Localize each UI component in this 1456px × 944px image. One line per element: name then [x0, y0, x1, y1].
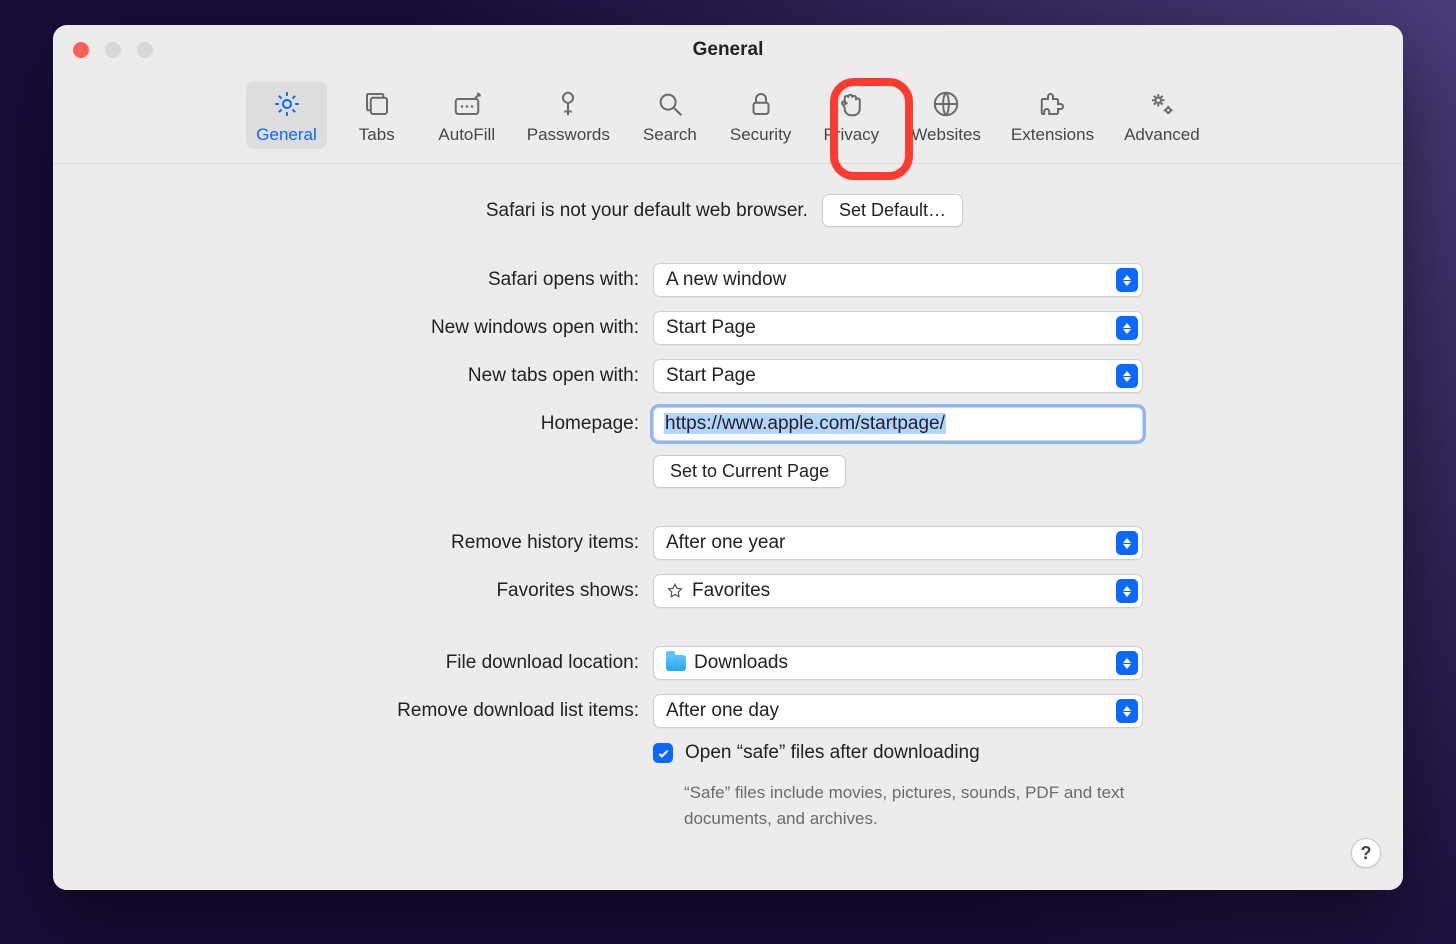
close-window-button[interactable] — [73, 42, 89, 58]
tab-label: Passwords — [527, 125, 610, 145]
search-icon — [653, 87, 687, 121]
remove-history-popup[interactable]: After one year — [653, 526, 1143, 560]
download-location-label: File download location: — [93, 652, 653, 674]
tab-security[interactable]: Security — [720, 81, 801, 149]
tab-extensions[interactable]: Extensions — [1001, 81, 1104, 149]
tab-label: Extensions — [1011, 125, 1094, 145]
open-safe-files-checkbox[interactable]: Open “safe” files after downloading — [653, 742, 980, 764]
star-icon — [666, 582, 684, 600]
opens-with-label: Safari opens with: — [93, 269, 653, 291]
popup-value: Start Page — [666, 365, 756, 387]
set-current-page-button[interactable]: Set to Current Page — [653, 455, 846, 488]
preferences-window: General General Tabs AutoFill Password — [53, 25, 1403, 890]
lock-icon — [744, 87, 778, 121]
popup-value: Favorites — [692, 580, 770, 602]
zoom-window-button[interactable] — [137, 42, 153, 58]
chevron-updown-icon — [1116, 268, 1138, 292]
default-browser-text: Safari is not your default web browser. — [486, 200, 808, 222]
gears-icon — [1145, 87, 1179, 121]
safe-files-subtext: “Safe” files include movies, pictures, s… — [653, 780, 1173, 831]
checkbox-checked-icon — [653, 743, 673, 763]
tab-label: Security — [730, 125, 791, 145]
tab-advanced[interactable]: Advanced — [1114, 81, 1210, 149]
new-windows-popup[interactable]: Start Page — [653, 311, 1143, 345]
remove-history-label: Remove history items: — [93, 532, 653, 554]
new-tabs-popup[interactable]: Start Page — [653, 359, 1143, 393]
popup-value: Start Page — [666, 317, 756, 339]
opens-with-popup[interactable]: A new window — [653, 263, 1143, 297]
favorites-label: Favorites shows: — [93, 580, 653, 602]
remove-downloads-popup[interactable]: After one day — [653, 694, 1143, 728]
tab-privacy[interactable]: Privacy — [811, 81, 891, 149]
chevron-updown-icon — [1116, 531, 1138, 555]
puzzle-icon — [1036, 87, 1070, 121]
homepage-label: Homepage: — [93, 413, 653, 435]
chevron-updown-icon — [1116, 316, 1138, 340]
tab-passwords[interactable]: Passwords — [517, 81, 620, 149]
tab-tabs[interactable]: Tabs — [337, 81, 417, 149]
autofill-icon — [450, 87, 484, 121]
folder-icon — [666, 655, 686, 671]
new-windows-label: New windows open with: — [93, 317, 653, 339]
tabs-icon — [360, 87, 394, 121]
globe-icon — [929, 87, 963, 121]
remove-downloads-label: Remove download list items: — [93, 700, 653, 722]
tab-label: General — [256, 125, 316, 145]
tab-label: Tabs — [359, 125, 395, 145]
tab-websites[interactable]: Websites — [901, 81, 991, 149]
popup-value: A new window — [666, 269, 786, 291]
new-tabs-label: New tabs open with: — [93, 365, 653, 387]
popup-value: After one day — [666, 700, 779, 722]
window-title: General — [693, 39, 764, 61]
homepage-field[interactable]: https://www.apple.com/startpage/ — [653, 407, 1143, 441]
chevron-updown-icon — [1116, 364, 1138, 388]
tab-label: Search — [643, 125, 697, 145]
checkbox-label: Open “safe” files after downloading — [685, 742, 980, 764]
hand-icon — [834, 87, 868, 121]
titlebar: General — [53, 25, 1403, 75]
chevron-updown-icon — [1116, 699, 1138, 723]
chevron-updown-icon — [1116, 651, 1138, 675]
preferences-toolbar: General Tabs AutoFill Passwords Search — [53, 75, 1403, 164]
minimize-window-button[interactable] — [105, 42, 121, 58]
tab-search[interactable]: Search — [630, 81, 710, 149]
popup-value: After one year — [666, 532, 785, 554]
popup-value: Downloads — [694, 652, 788, 674]
download-location-popup[interactable]: Downloads — [653, 646, 1143, 680]
key-icon — [551, 87, 585, 121]
tab-label: Privacy — [823, 125, 879, 145]
general-pane: Safari is not your default web browser. … — [53, 164, 1403, 890]
tab-label: Websites — [911, 125, 981, 145]
gear-icon — [270, 87, 304, 121]
tab-label: AutoFill — [438, 125, 495, 145]
window-controls — [73, 42, 153, 58]
tab-autofill[interactable]: AutoFill — [427, 81, 507, 149]
favorites-popup[interactable]: Favorites — [653, 574, 1143, 608]
chevron-updown-icon — [1116, 579, 1138, 603]
help-button[interactable]: ? — [1351, 838, 1381, 868]
homepage-value: https://www.apple.com/startpage/ — [664, 413, 946, 434]
tab-general[interactable]: General — [246, 81, 326, 149]
default-browser-row: Safari is not your default web browser. … — [93, 194, 1363, 227]
set-default-button[interactable]: Set Default… — [822, 194, 963, 227]
tab-label: Advanced — [1124, 125, 1200, 145]
